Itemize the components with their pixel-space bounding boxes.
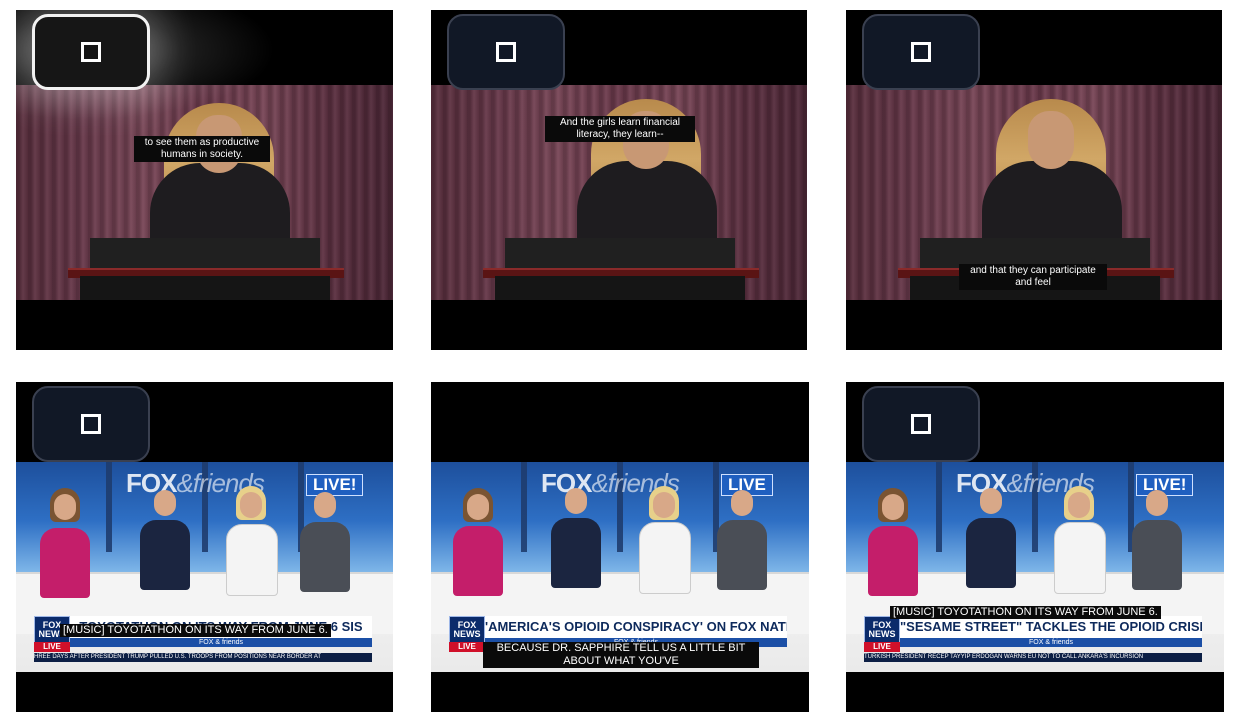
host-2-head xyxy=(154,490,176,516)
host-4 xyxy=(717,520,767,590)
stop-button[interactable] xyxy=(32,386,150,462)
closed-caption: BECAUSE DR. SAPPHIRE TELL US A LITTLE BI… xyxy=(483,642,759,668)
studio-video: FOX&friends LIVE! FOX NEWS LIVE "SESAME … xyxy=(846,462,1224,672)
host-2-head xyxy=(980,488,1002,514)
stop-icon xyxy=(81,414,101,434)
video-frame-2: And the girls learn financial literacy, … xyxy=(431,10,807,350)
host-3-head xyxy=(653,492,675,518)
video-frame-1: to see them as productive humans in soci… xyxy=(16,10,393,350)
video-frame-6: FOX&friends LIVE! FOX NEWS LIVE "SESAME … xyxy=(846,382,1224,712)
podium-front xyxy=(495,276,745,300)
stop-icon xyxy=(81,42,101,62)
show-bar: FOX & friends xyxy=(70,638,372,647)
host-2 xyxy=(551,518,601,588)
speaker-video xyxy=(16,85,393,300)
host-1 xyxy=(868,526,918,596)
host-3-head xyxy=(1068,492,1090,518)
host-1-head xyxy=(54,494,76,520)
fox-live-tag: LIVE xyxy=(34,642,70,652)
speaker-body xyxy=(150,163,290,243)
caption: And the girls learn financial literacy, … xyxy=(545,116,695,142)
fox-live-tag: LIVE xyxy=(864,642,900,652)
video-frame-5: FOX&friends LIVE FOX NEWS LIVE 'AMERICA'… xyxy=(431,382,809,712)
host-4 xyxy=(300,522,350,592)
host-1-head xyxy=(882,494,904,520)
host-1 xyxy=(453,526,503,596)
host-4-head xyxy=(314,492,336,518)
video-frame-4: FOX&friends LIVE! FOX NEWS LIVE TOYOTATH… xyxy=(16,382,393,712)
headline: 'AMERICA'S OPIOID CONSPIRACY' ON FOX NAT… xyxy=(485,616,787,638)
closed-caption: [MUSIC] TOYOTATHON ON ITS WAY FROM JUNE … xyxy=(890,606,1161,619)
studio-video: FOX&friends LIVE FOX NEWS LIVE 'AMERICA'… xyxy=(431,462,809,672)
speaker-body xyxy=(577,161,717,241)
news-ticker: TURKISH PRESIDENT RECEP TAYYIP ERDOGAN W… xyxy=(864,653,1202,662)
stop-icon xyxy=(496,42,516,62)
stop-button[interactable] xyxy=(32,14,150,90)
caption: and that they can participate and feel xyxy=(959,264,1107,290)
speaker-face xyxy=(1028,111,1074,169)
host-4-head xyxy=(731,490,753,516)
host-3 xyxy=(226,524,278,596)
stop-icon xyxy=(911,414,931,434)
live-badge: LIVE! xyxy=(306,474,364,496)
host-2 xyxy=(966,518,1016,588)
show-bar: FOX & friends xyxy=(900,638,1202,647)
headline: "SESAME STREET" TACKLES THE OPIOID CRISI… xyxy=(900,616,1202,638)
host-1 xyxy=(40,528,90,598)
stop-icon xyxy=(911,42,931,62)
speaker-body xyxy=(982,161,1122,241)
stop-button[interactable] xyxy=(862,386,980,462)
caption: to see them as productive humans in soci… xyxy=(134,136,270,162)
host-1-head xyxy=(467,494,489,520)
stop-button[interactable] xyxy=(447,14,565,90)
closed-caption: [MUSIC] TOYOTATHON ON ITS WAY FROM JUNE … xyxy=(60,624,331,637)
host-2-head xyxy=(565,488,587,514)
podium-front xyxy=(80,276,330,300)
fox-live-tag: LIVE xyxy=(449,642,485,652)
stop-button[interactable] xyxy=(862,14,980,90)
host-3 xyxy=(1054,522,1106,594)
host-3 xyxy=(639,522,691,594)
host-3-head xyxy=(240,492,262,518)
host-4 xyxy=(1132,520,1182,590)
host-2 xyxy=(140,520,190,590)
host-4-head xyxy=(1146,490,1168,516)
video-frame-3: and that they can participate and feel xyxy=(846,10,1222,350)
studio-video: FOX&friends LIVE! FOX NEWS LIVE TOYOTATH… xyxy=(16,462,393,672)
news-ticker: HREE DAYS AFTER PRESIDENT TRUMP PULLED U… xyxy=(34,653,372,662)
